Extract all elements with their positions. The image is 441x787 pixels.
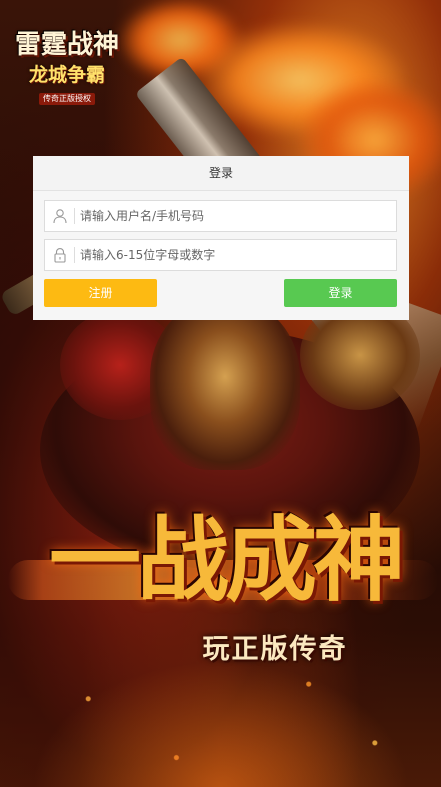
user-icon [52,208,68,224]
field-divider [74,247,75,263]
field-divider [74,208,75,224]
username-input[interactable] [80,201,390,231]
game-logo: 雷霆战神 龙城争霸 传奇正版授权 [2,30,132,112]
logo-tag: 传奇正版授权 [39,93,95,105]
login-button[interactable]: 登录 [284,279,397,307]
password-field[interactable] [44,239,397,271]
login-header: 登录 [33,156,409,191]
password-input[interactable] [80,240,390,270]
game-login-screen: 雷霆战神 龙城争霸 传奇正版授权 登录 请输入用户名/手机号码 注册 登录 一战… [0,0,441,787]
login-panel: 登录 注册 登录 [33,156,409,320]
logo-title: 雷霆战神 [14,30,119,60]
warrior-helmet [150,300,300,470]
ember-sparks [0,640,441,787]
username-field[interactable] [44,200,397,232]
lock-icon [52,247,68,263]
slogan-title: 一战成神 [48,506,405,614]
register-button[interactable]: 注册 [44,279,157,307]
logo-subtitle: 龙城争霸 [28,64,105,86]
